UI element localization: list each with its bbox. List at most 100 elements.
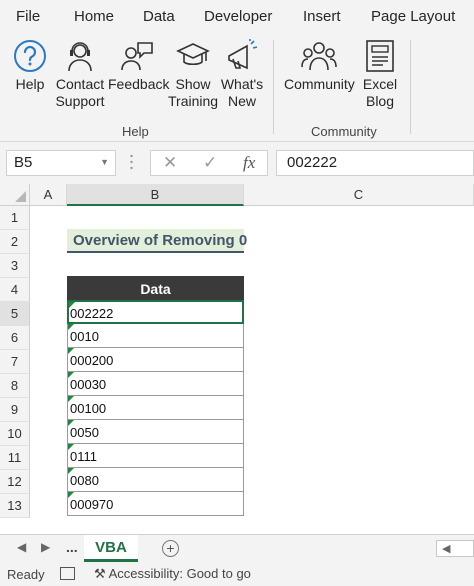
- row-header[interactable]: 7: [0, 350, 30, 374]
- tab-home[interactable]: Home: [74, 8, 114, 25]
- column-header-c[interactable]: C: [244, 184, 474, 206]
- feedback-label: Feedback: [108, 76, 170, 92]
- ribbon: Help Contact Support Feedback Show Train…: [0, 36, 474, 142]
- table-cell[interactable]: 0111: [67, 444, 244, 468]
- feedback-button[interactable]: Feedback: [108, 38, 170, 116]
- contact-support-label-2: Support: [55, 93, 105, 109]
- accessibility-label: Accessibility: Good to go: [108, 566, 251, 581]
- row-header[interactable]: 13: [0, 494, 30, 518]
- status-bar: Ready ⚒ Accessibility: Good to go: [0, 562, 474, 586]
- blog-icon: [366, 40, 394, 72]
- show-training-button[interactable]: Show Training: [168, 38, 218, 116]
- more-sheets-button[interactable]: ...: [66, 539, 78, 555]
- support-agent-icon: [68, 42, 92, 72]
- name-box-value: B5: [14, 154, 33, 171]
- table-cell[interactable]: 00030: [67, 372, 244, 396]
- add-sheet-icon[interactable]: +: [162, 540, 179, 557]
- excel-blog-label-1: Excel: [362, 76, 398, 92]
- row-header[interactable]: 1: [0, 206, 30, 230]
- row-header[interactable]: 12: [0, 470, 30, 494]
- community-label: Community: [284, 76, 355, 92]
- whats-new-button[interactable]: What's New: [220, 38, 264, 116]
- community-button[interactable]: Community: [284, 38, 355, 116]
- drag-handle-icon[interactable]: [130, 153, 133, 171]
- error-indicator-icon[interactable]: [68, 444, 74, 450]
- table-cell[interactable]: 000200: [67, 348, 244, 372]
- training-icon: [176, 43, 210, 66]
- whats-new-label-1: What's: [220, 76, 264, 92]
- contact-support-label-1: Contact: [55, 76, 105, 92]
- chevron-down-icon[interactable]: ▼: [100, 157, 109, 167]
- tab-page-layout[interactable]: Page Layout: [371, 8, 455, 25]
- cell-value: 0111: [70, 449, 97, 464]
- name-box[interactable]: B5 ▼: [6, 150, 116, 176]
- help-icon: [14, 40, 46, 72]
- table-cell[interactable]: 0080: [67, 468, 244, 492]
- sheet-tab-vba[interactable]: VBA: [84, 535, 138, 562]
- cancel-icon[interactable]: ✕: [163, 153, 177, 173]
- tab-file[interactable]: File: [16, 8, 40, 25]
- error-indicator-icon[interactable]: [68, 468, 74, 474]
- accessibility-status[interactable]: ⚒ Accessibility: Good to go: [94, 566, 251, 582]
- formula-input[interactable]: 002222: [276, 150, 474, 176]
- table-header-cell[interactable]: Data: [67, 276, 244, 300]
- scroll-right-icon[interactable]: ▶: [41, 540, 50, 554]
- table-cell-active[interactable]: 002222: [67, 300, 244, 324]
- row-header[interactable]: 9: [0, 398, 30, 422]
- row-header[interactable]: 3: [0, 254, 30, 278]
- row-header[interactable]: 6: [0, 326, 30, 350]
- megaphone-icon: [228, 39, 258, 70]
- help-label: Help: [15, 76, 45, 92]
- error-indicator-icon[interactable]: [68, 420, 74, 426]
- table-cell[interactable]: 0010: [67, 324, 244, 348]
- cell-value: 000970: [70, 497, 114, 512]
- row-header-selected[interactable]: 5: [0, 302, 30, 326]
- scroll-left-icon[interactable]: ◀: [442, 542, 450, 555]
- tab-insert[interactable]: Insert: [303, 8, 341, 25]
- insert-function-icon[interactable]: fx: [243, 153, 255, 173]
- error-indicator-icon[interactable]: [68, 348, 74, 354]
- enter-icon[interactable]: ✓: [203, 153, 217, 173]
- table-cell[interactable]: 00100: [67, 396, 244, 420]
- group-separator: [273, 40, 274, 134]
- excel-blog-button[interactable]: Excel Blog: [360, 38, 400, 116]
- row-header[interactable]: 4: [0, 278, 30, 302]
- sheet-title-cell[interactable]: Overview of Removing 0: [67, 229, 247, 253]
- scroll-left-icon[interactable]: ◀: [17, 540, 26, 554]
- macro-record-icon[interactable]: [60, 567, 75, 580]
- cell-value: 0010: [70, 329, 99, 344]
- menu-bar: File Home Data Developer Insert Page Lay…: [0, 0, 474, 36]
- formula-buttons: ✕ ✓ fx: [150, 150, 268, 176]
- cell-value: 00100: [70, 401, 107, 416]
- community-icon: [301, 42, 337, 71]
- table-cell[interactable]: 0050: [67, 420, 244, 444]
- table-cell[interactable]: 000970: [67, 492, 244, 516]
- row-header[interactable]: 11: [0, 446, 30, 470]
- select-all-button[interactable]: [0, 184, 30, 206]
- status-ready: Ready: [7, 567, 45, 582]
- feedback-icon: [121, 42, 153, 71]
- help-button[interactable]: Help: [8, 38, 52, 116]
- error-indicator-icon[interactable]: [68, 396, 74, 402]
- horizontal-scrollbar[interactable]: ◀: [436, 540, 474, 557]
- row-header[interactable]: 2: [0, 230, 30, 254]
- sheet-tab-bar: ◀ ▶ ... VBA + ◀: [0, 534, 474, 562]
- column-header-b[interactable]: B: [67, 184, 244, 206]
- error-indicator-icon[interactable]: [68, 492, 74, 498]
- excel-blog-label-2: Blog: [365, 93, 395, 109]
- row-header[interactable]: 10: [0, 422, 30, 446]
- community-group-label: Community: [311, 124, 377, 139]
- formula-bar: B5 ▼ ✕ ✓ fx 002222: [0, 142, 474, 184]
- error-indicator-icon[interactable]: [68, 324, 74, 330]
- cell-value: 0050: [70, 425, 99, 440]
- contact-support-button[interactable]: Contact Support: [54, 38, 106, 116]
- help-group-label: Help: [122, 124, 149, 139]
- tab-data[interactable]: Data: [143, 8, 175, 25]
- worksheet-grid[interactable]: A B C 1 2 3 4 5 6 7 8 9 10 11 12 13 Over…: [0, 184, 474, 534]
- row-header[interactable]: 8: [0, 374, 30, 398]
- column-header-a[interactable]: A: [30, 184, 67, 206]
- tab-developer[interactable]: Developer: [204, 8, 272, 25]
- error-indicator-icon[interactable]: [68, 372, 74, 378]
- error-indicator-icon[interactable]: [69, 302, 75, 308]
- show-training-label-1: Show: [175, 76, 211, 92]
